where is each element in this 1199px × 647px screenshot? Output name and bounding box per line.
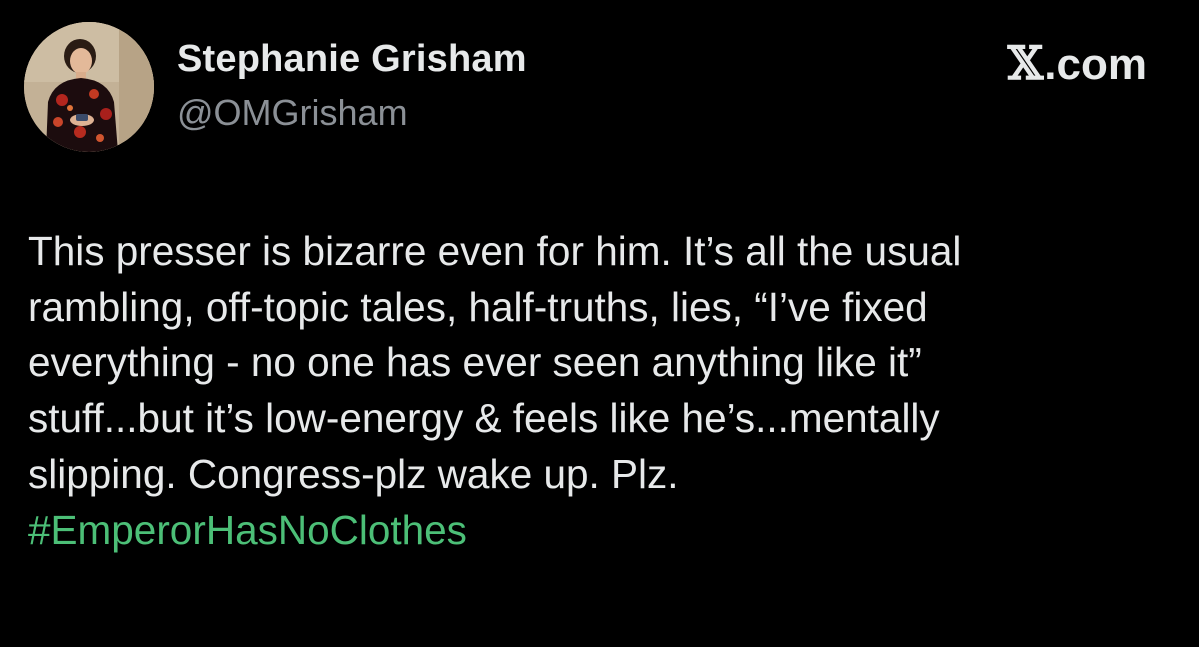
hashtag-link[interactable]: #EmperorHasNoClothes <box>28 503 467 559</box>
tweet-line: slipping. Congress-plz wake up. Plz. <box>28 450 679 497</box>
tweet-line: everything - no one has ever seen anythi… <box>28 339 922 386</box>
tweet-line: rambling, off-topic tales, half-truths, … <box>28 283 928 330</box>
x-com-logo: 𝕏 .com <box>1008 36 1147 90</box>
avatar[interactable] <box>24 22 154 152</box>
brand-domain: .com <box>1044 40 1147 89</box>
tweet-text: This presser is bizarre even for him. It… <box>28 224 1168 558</box>
tweet-line: stuff...but it’s low-energy & feels like… <box>28 395 940 442</box>
display-name[interactable]: Stephanie Grisham <box>177 38 527 81</box>
profile-photo-icon <box>24 22 154 152</box>
tweet-line: This presser is bizarre even for him. It… <box>28 228 962 274</box>
user-handle[interactable]: @OMGrisham <box>177 92 408 134</box>
x-logo-icon: 𝕏 <box>1007 36 1044 90</box>
tweet-card: Stephanie Grisham @OMGrisham 𝕏 .com This… <box>0 0 1199 647</box>
